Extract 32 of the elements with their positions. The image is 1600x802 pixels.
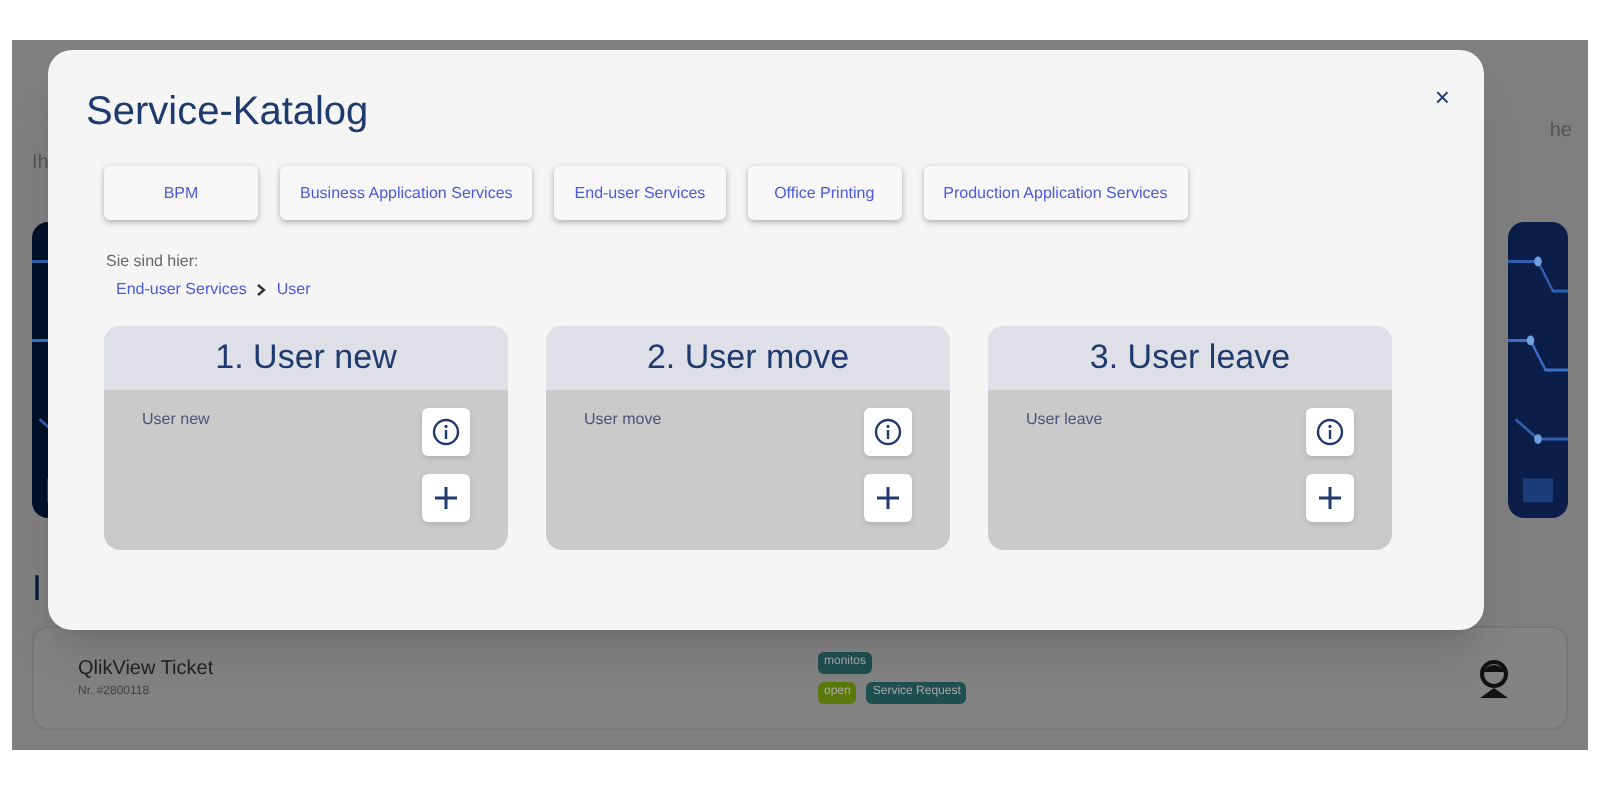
plus-icon: [434, 486, 458, 510]
chevron-icon: [256, 284, 267, 296]
card-description: User move: [584, 408, 662, 432]
modal-title: Service-Katalog: [86, 88, 369, 138]
card-title: 2. User move: [646, 336, 850, 381]
breadcrumb-link[interactable]: End-user Services: [116, 278, 247, 302]
agent-avatar-icon: [1474, 656, 1514, 700]
add-button[interactable]: [422, 474, 470, 522]
category-button[interactable]: Business Application Services: [280, 166, 533, 220]
category-button[interactable]: Production Application Services: [923, 166, 1188, 220]
plus-icon: [876, 486, 900, 510]
category-button[interactable]: End-user Services: [554, 166, 726, 220]
info-button[interactable]: [864, 408, 912, 456]
plus-icon: [1318, 486, 1342, 510]
info-icon: [432, 418, 460, 446]
category-button[interactable]: BPM: [104, 166, 258, 220]
info-button[interactable]: [1306, 408, 1354, 456]
section-heading: I: [32, 568, 43, 608]
ticket-title: QlikView Ticket: [78, 656, 216, 684]
breadcrumb-label: Sie sind hier:: [106, 250, 201, 274]
breadcrumb-link[interactable]: User: [276, 278, 311, 302]
info-button[interactable]: [422, 408, 470, 456]
add-button[interactable]: [864, 474, 912, 522]
add-button[interactable]: [1306, 474, 1354, 522]
card-description: User new: [142, 408, 210, 432]
card-description: User leave: [1026, 408, 1103, 432]
category-button[interactable]: Office Printing: [747, 166, 902, 220]
card-title: 1. User new: [215, 336, 397, 381]
card-title: 3. User leave: [1089, 336, 1291, 381]
info-icon: [874, 418, 902, 446]
close-button[interactable]: ×: [1434, 78, 1450, 117]
info-icon: [1316, 418, 1344, 446]
